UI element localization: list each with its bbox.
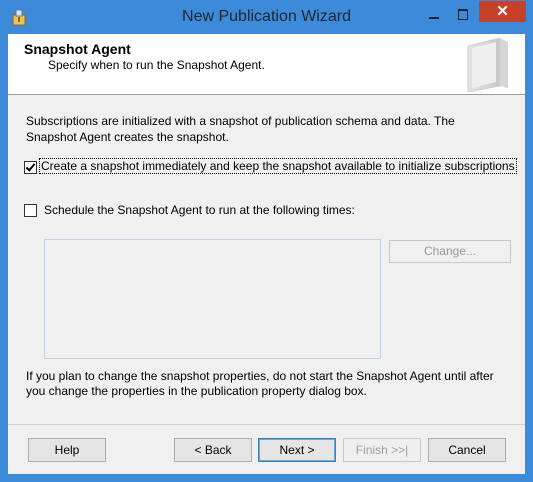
title-bar[interactable]: New Publication Wizard ✕: [1, 1, 532, 34]
schedule-description-box: [44, 239, 381, 359]
maximize-button[interactable]: [450, 5, 476, 25]
schedule-checkbox[interactable]: [24, 204, 37, 217]
create-snapshot-checkbox[interactable]: [24, 161, 37, 174]
page-subtitle: Specify when to run the Snapshot Agent.: [48, 58, 265, 72]
book-icon: [467, 37, 508, 92]
wizard-window: New Publication Wizard ✕ Snapshot Agent …: [0, 0, 533, 482]
help-button[interactable]: Help: [28, 438, 106, 462]
intro-text: Subscriptions are initialized with a sna…: [26, 114, 455, 144]
next-button[interactable]: Next >: [258, 438, 336, 462]
wizard-header: Snapshot Agent Specify when to run the S…: [8, 34, 525, 95]
create-snapshot-label[interactable]: Create a snapshot immediately and keep t…: [39, 158, 517, 174]
back-button[interactable]: < Back: [174, 438, 252, 462]
page-title: Snapshot Agent: [24, 41, 131, 57]
footer-divider: [8, 424, 525, 425]
cancel-button[interactable]: Cancel: [428, 438, 506, 462]
minimize-button[interactable]: [421, 5, 447, 25]
note-text: If you plan to change the snapshot prope…: [26, 369, 494, 398]
finish-button[interactable]: Finish >>|: [343, 438, 421, 462]
wizard-client-area: Snapshot Agent Specify when to run the S…: [8, 34, 525, 474]
schedule-label[interactable]: Schedule the Snapshot Agent to run at th…: [44, 203, 355, 217]
change-schedule-button[interactable]: Change...: [389, 240, 511, 263]
close-button[interactable]: ✕: [479, 1, 526, 22]
